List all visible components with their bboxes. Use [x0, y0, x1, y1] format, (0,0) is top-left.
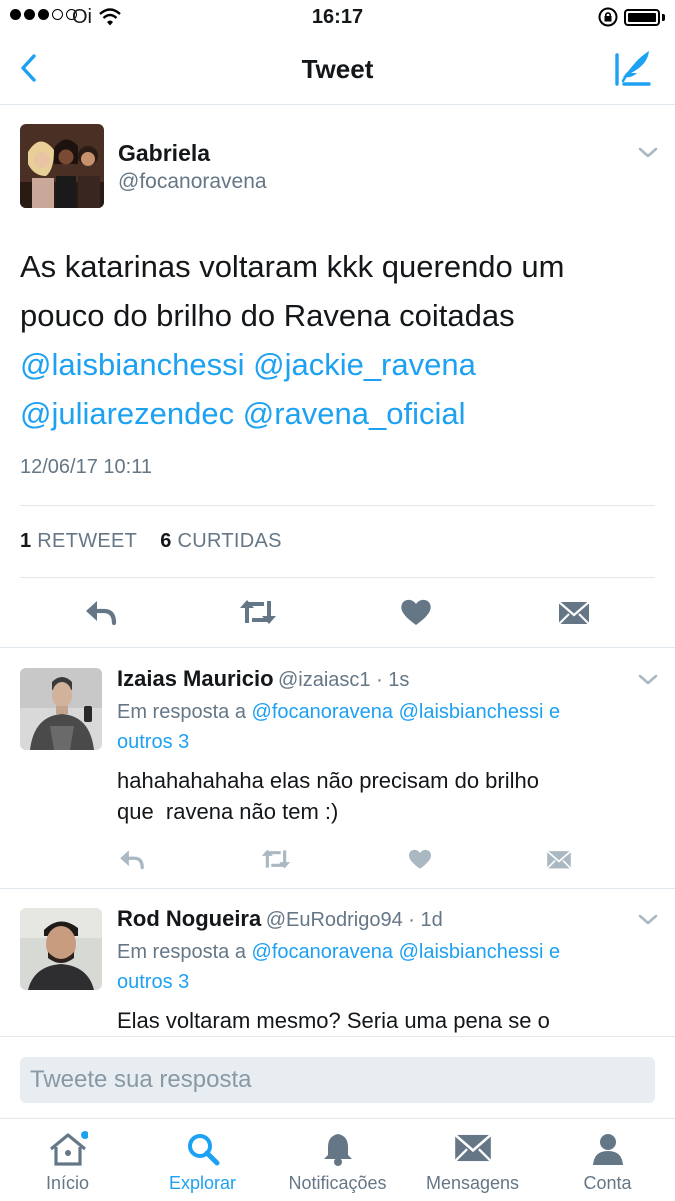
- home-icon: [49, 1131, 88, 1166]
- navigation-bar: Tweet: [0, 36, 675, 105]
- reply-avatar[interactable]: [20, 908, 102, 990]
- reply-author-name[interactable]: Rod Nogueira: [117, 906, 261, 931]
- search-icon: [187, 1134, 219, 1166]
- mention-link[interactable]: @jackie_ravena: [253, 347, 476, 382]
- chevron-down-icon[interactable]: [636, 911, 660, 929]
- tweet-text: As katarinas voltaram kkk querendo um po…: [20, 242, 660, 438]
- chevron-down-icon[interactable]: [636, 671, 660, 689]
- retweet-icon[interactable]: [260, 848, 292, 870]
- reply-text-line: que ravena não tem :): [117, 799, 339, 824]
- battery-tip: [662, 14, 665, 21]
- person-icon: [592, 1134, 623, 1165]
- compose-tweet-icon[interactable]: [612, 46, 656, 90]
- tweet-stats: 1 RETWEET 6 CURTIDAS: [20, 530, 282, 553]
- battery-icon: [624, 9, 660, 26]
- author-name[interactable]: Gabriela: [118, 140, 210, 167]
- page-title: Tweet: [301, 54, 374, 84]
- divider: [20, 505, 655, 506]
- retweet-stat[interactable]: 1 RETWEET: [20, 530, 137, 552]
- mention-link[interactable]: @focanoravena: [252, 941, 394, 963]
- reply-to-context: Em resposta a @focanoravena @laisbianche…: [117, 701, 561, 753]
- mention-link[interactable]: @laisbianchessi: [20, 347, 244, 382]
- tab-label: Notificações: [288, 1173, 387, 1193]
- tweet-text-line: As katarinas voltaram kkk querendo um: [20, 249, 565, 284]
- reply-avatar[interactable]: [20, 668, 102, 750]
- envelope-icon: [453, 1133, 492, 1162]
- tab-label: Conta: [583, 1173, 632, 1193]
- tab-label: Início: [45, 1173, 90, 1193]
- others-link[interactable]: outros 3: [117, 971, 189, 993]
- mention-link[interactable]: @laisbianchessi: [399, 941, 544, 963]
- tweet-text-line: pouco do brilho do Ravena coitadas: [20, 298, 515, 333]
- author-avatar[interactable]: [20, 124, 104, 208]
- like-heart-icon[interactable]: [408, 848, 432, 870]
- status-bar: Oi 16:17: [0, 0, 675, 36]
- like-stat[interactable]: 6 CURTIDAS: [160, 530, 282, 552]
- reply-text: Elas voltaram mesmo? Seria uma pena se o: [117, 1005, 637, 1036]
- tab-label: Explorar: [168, 1173, 237, 1193]
- reply-author-handle[interactable]: @izaiasc1 · 1s: [278, 669, 409, 691]
- tab-home[interactable]: Início: [0, 1119, 135, 1201]
- direct-message-icon[interactable]: [558, 598, 590, 626]
- others-link[interactable]: outros 3: [117, 731, 189, 753]
- like-heart-icon[interactable]: [400, 598, 432, 626]
- rotation-lock-icon: [598, 7, 618, 27]
- bell-icon: [323, 1134, 352, 1166]
- tab-notifications[interactable]: Notificações: [270, 1119, 405, 1201]
- reply-author-name[interactable]: Izaias Mauricio: [117, 666, 274, 691]
- tab-bar: Início Explorar Notificações Mensagens C…: [0, 1118, 675, 1201]
- direct-message-icon[interactable]: [546, 848, 572, 870]
- mention-link[interactable]: @focanoravena: [252, 701, 394, 723]
- tab-messages[interactable]: Mensagens: [405, 1119, 540, 1201]
- clock: 16:17: [311, 6, 364, 28]
- tab-explore[interactable]: Explorar: [135, 1119, 270, 1201]
- divider: [20, 577, 655, 578]
- reply-text-line: hahahahahaha elas não precisam do brilho: [117, 768, 539, 793]
- tweet-timestamp: 12/06/17 10:11: [20, 456, 152, 478]
- reply-to-context: Em resposta a @focanoravena @laisbianche…: [117, 941, 561, 993]
- divider: [0, 888, 675, 889]
- mention-link[interactable]: @juliarezendec: [20, 396, 234, 431]
- mention-link[interactable]: @laisbianchessi: [399, 701, 544, 723]
- reply-author-handle[interactable]: @EuRodrigo94 · 1d: [266, 909, 443, 931]
- reply-text-line: Elas voltaram mesmo? Seria uma pena se o: [117, 1008, 550, 1033]
- reply-header: Rod Nogueira @EuRodrigo94 · 1d: [117, 906, 443, 932]
- chevron-down-icon[interactable]: [636, 144, 660, 162]
- tab-account[interactable]: Conta: [540, 1119, 675, 1201]
- reply-icon[interactable]: [118, 848, 146, 870]
- reply-text: hahahahahaha elas não precisam do brilho…: [117, 765, 637, 827]
- mention-link[interactable]: @ravena_oficial: [243, 396, 466, 431]
- reply-input[interactable]: [20, 1057, 655, 1103]
- reply-header: Izaias Mauricio @izaiasc1 · 1s: [117, 666, 409, 692]
- reply-icon[interactable]: [84, 598, 118, 626]
- author-handle[interactable]: @focanoravena: [118, 170, 267, 194]
- retweet-icon[interactable]: [238, 598, 278, 626]
- divider: [0, 647, 675, 648]
- tab-label: Mensagens: [425, 1173, 520, 1193]
